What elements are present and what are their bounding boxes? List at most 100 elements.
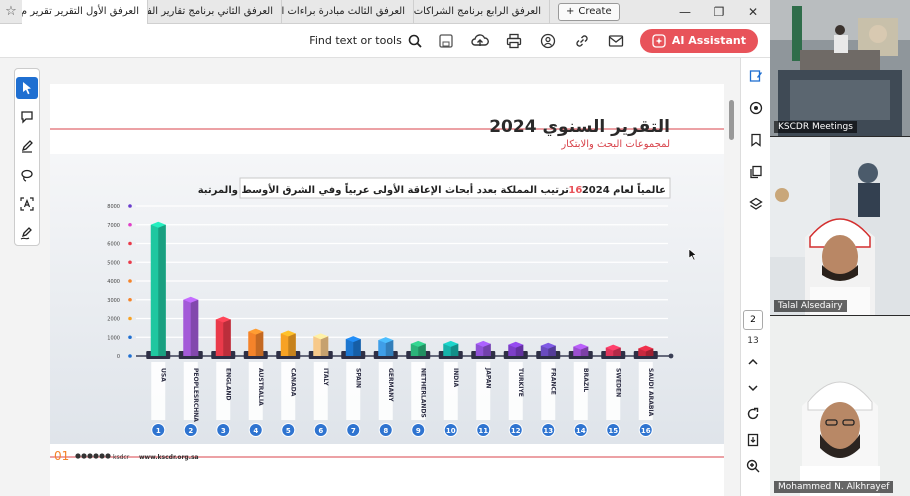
social-icon	[99, 453, 105, 459]
tab-document-1[interactable]: العرفق الأول التقرير تقرير م.. ✕	[22, 0, 148, 24]
social-icon	[87, 453, 93, 459]
tab-label: العرفق الرابع برنامج الشراكات العا..	[414, 6, 541, 17]
footer-handle: ksdcr	[113, 454, 130, 461]
category-label: ENGLAND	[224, 368, 231, 401]
print-icon[interactable]	[504, 31, 524, 51]
category-label: SAUDI ARABIA	[647, 368, 654, 417]
ai-sparkle-icon	[652, 33, 666, 48]
y-tick-dot	[128, 297, 132, 302]
stamp-signature-tool-icon[interactable]	[16, 222, 38, 244]
ai-assistant-button[interactable]: AI Assistant	[639, 28, 758, 53]
layers-icon[interactable]	[746, 194, 766, 214]
bookmarks-icon[interactable]	[746, 130, 766, 150]
favorite-star-icon[interactable]: ☆	[0, 4, 22, 19]
category-label: BRAZIL	[582, 368, 589, 392]
page-down-chevron-icon[interactable]	[743, 378, 763, 398]
rank-number: 11	[478, 427, 488, 435]
window-controls: — ❐ ✕	[668, 0, 770, 24]
tab-label: العرفق الثالث مبادرة براءات الاخترا..	[282, 6, 405, 17]
meeting-room-video	[770, 0, 910, 136]
page-navigation: 2 13	[742, 310, 764, 476]
category-label: SWEDEN	[614, 368, 621, 397]
text-recognition-tool-icon[interactable]	[16, 193, 38, 215]
y-tick-label: 6000	[107, 242, 120, 248]
report-title: التقرير السنوي 2024	[489, 117, 670, 137]
slide-canvas: التقرير السنوي 2024 لمجموعات البحث والاب…	[50, 117, 724, 463]
y-tick-label: 5000	[107, 260, 120, 266]
pages-copy-icon[interactable]	[746, 162, 766, 182]
category-label: SPAIN	[354, 368, 361, 388]
ai-assistant-label: AI Assistant	[671, 34, 746, 47]
tab-document-3[interactable]: العرفق الثالث مبادرة براءات الاخترا..	[282, 0, 414, 24]
download-page-icon[interactable]	[743, 430, 763, 450]
y-tick-label: 3000	[107, 298, 120, 304]
social-icon	[81, 453, 87, 459]
rank-number: 9	[416, 427, 421, 435]
tab-document-2[interactable]: العرفق الثاني برنامج تقارير الفجوات..	[148, 0, 282, 24]
rank-number: 8	[383, 427, 388, 435]
vertical-scrollbar-thumb[interactable]	[729, 100, 734, 140]
rank-highlight: 16	[568, 185, 582, 196]
restore-icon[interactable]: ❐	[702, 0, 736, 24]
minimize-icon[interactable]: —	[668, 0, 702, 24]
video-tile-participant-3[interactable]: Mohammed N. Alkhrayef	[770, 316, 910, 496]
save-icon[interactable]	[436, 31, 456, 51]
rank-number: 16	[641, 427, 651, 435]
video-tile-meeting-room[interactable]: KSCDR Meetings	[770, 0, 910, 136]
y-tick-label: 0	[117, 354, 120, 360]
rank-number: 12	[511, 427, 521, 435]
y-tick-dot	[128, 204, 132, 208]
find-text-button[interactable]: Find text or tools	[309, 34, 422, 48]
edit-pdf-icon[interactable]	[746, 66, 766, 86]
category-label: PEOPLESRCHNA	[192, 368, 199, 422]
select-cursor-tool[interactable]	[16, 77, 38, 99]
share-user-icon[interactable]	[538, 31, 558, 51]
comment-tool-icon[interactable]	[16, 106, 38, 128]
category-label: INDIA	[452, 368, 459, 387]
y-tick-label: 1000	[107, 335, 120, 341]
participant-name-label: KSCDR Meetings	[774, 121, 857, 133]
participant-name-label: Talal Alsedairy	[774, 300, 847, 312]
tab-document-4[interactable]: العرفق الرابع برنامج الشراكات العا..	[414, 0, 550, 24]
page-up-chevron-icon[interactable]	[743, 352, 763, 372]
bar-side-shade	[255, 331, 264, 356]
email-icon[interactable]	[606, 31, 626, 51]
refresh-icon[interactable]	[743, 404, 763, 424]
create-label: Create	[578, 6, 612, 17]
close-window-icon[interactable]: ✕	[736, 0, 770, 24]
find-label: Find text or tools	[309, 34, 402, 47]
zoom-in-icon[interactable]	[743, 456, 763, 476]
pdf-page: التقرير السنوي 2024 لمجموعات البحث والاب…	[50, 84, 724, 496]
category-label: TURKIYE	[517, 368, 524, 397]
y-tick-label: 8000	[107, 204, 120, 210]
y-tick-label: 2000	[107, 317, 120, 323]
bar-side-shade	[158, 224, 166, 356]
current-page-input[interactable]: 2	[743, 310, 763, 330]
category-label: ITALY	[322, 368, 329, 386]
y-tick-dot	[128, 335, 132, 340]
pen-draw-tool-icon[interactable]	[16, 135, 38, 157]
rank-number: 2	[188, 427, 193, 435]
upload-cloud-icon[interactable]	[470, 31, 490, 51]
rank-number: 3	[221, 427, 226, 435]
tab-label: العرفق الثاني برنامج تقارير الفجوات..	[148, 6, 273, 17]
comments-panel-icon[interactable]	[746, 98, 766, 118]
y-tick-label: 7000	[107, 223, 120, 229]
y-tick-dot	[128, 260, 132, 265]
participant-2-video	[770, 137, 910, 315]
rank-number: 10	[446, 427, 456, 435]
link-icon[interactable]	[572, 31, 592, 51]
bar-side-shade	[223, 319, 231, 356]
category-label: NETHERLANDS	[419, 368, 426, 418]
report-subtitle: لمجموعات البحث والابتكار	[560, 139, 670, 150]
category-label: CANADA	[289, 368, 296, 397]
create-button[interactable]: + Create	[558, 2, 620, 21]
lasso-tool-icon[interactable]	[16, 164, 38, 186]
rank-number: 15	[608, 427, 618, 435]
y-tick-dot	[128, 241, 132, 246]
category-label: JAPAN	[484, 367, 491, 388]
rank-number: 5	[286, 427, 291, 435]
video-tile-participant-2[interactable]: Talal Alsedairy	[770, 137, 910, 315]
category-label: FRANCE	[549, 368, 556, 395]
rank-number: 7	[351, 427, 356, 435]
